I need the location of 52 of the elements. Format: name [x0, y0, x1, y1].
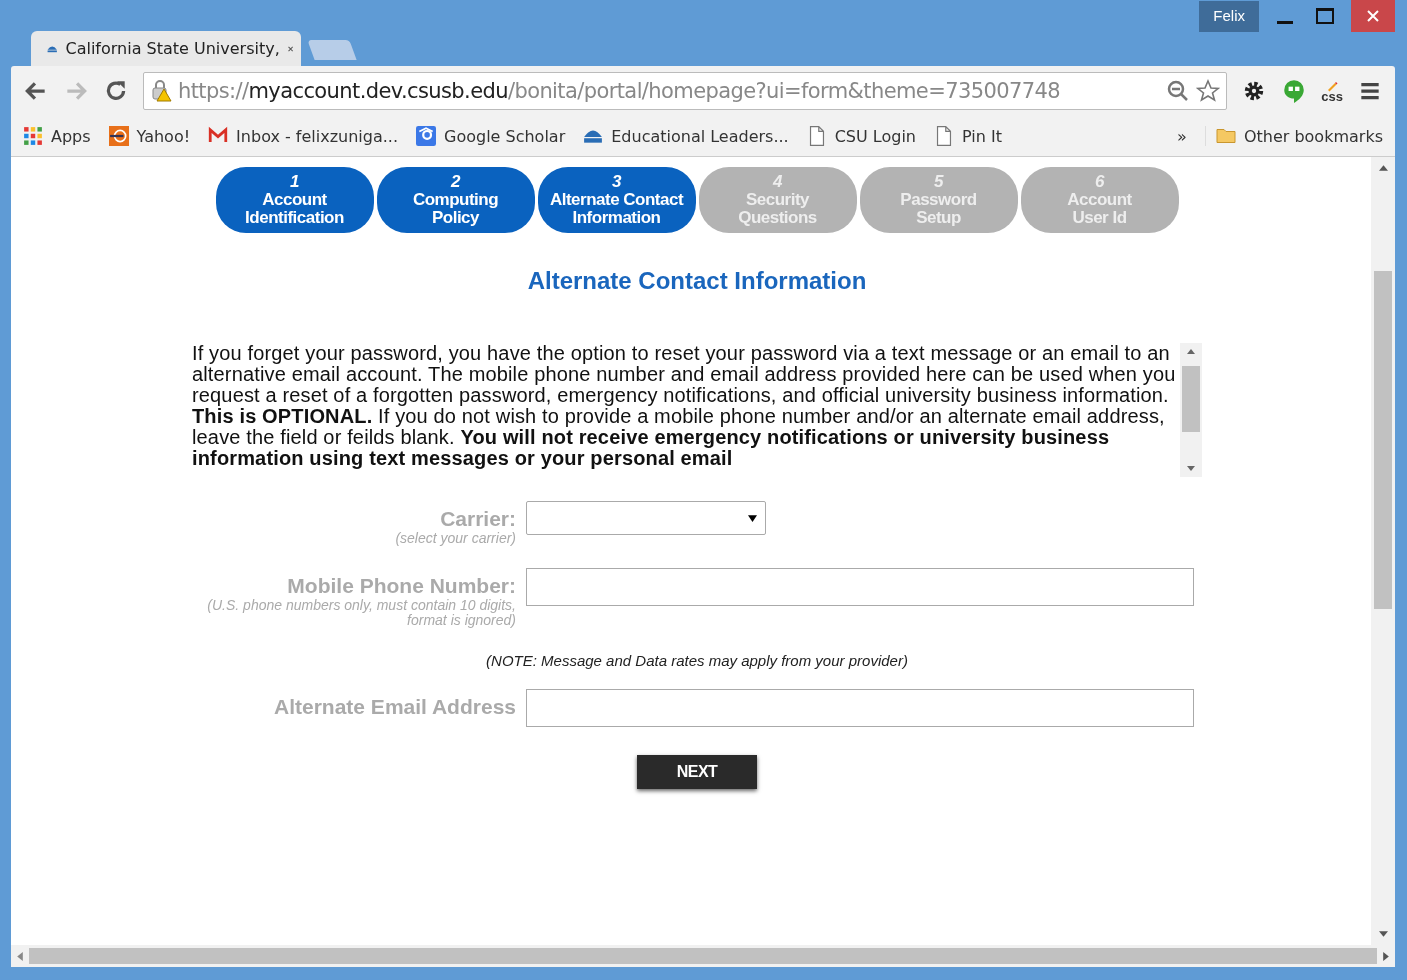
scroll-down-icon[interactable]	[1187, 466, 1195, 471]
bookmark-link[interactable]: Yahoo!	[108, 126, 191, 146]
apps-grid-icon	[23, 126, 43, 146]
field-hint: (U.S. phone numbers only, must contain 10 digits, format is ignored)	[206, 598, 516, 628]
close-icon	[1366, 9, 1380, 23]
notice-scrollbar[interactable]	[1180, 343, 1202, 477]
site-favicon-icon	[108, 126, 129, 146]
page-icon	[934, 126, 954, 146]
wizard-step: 3 Alternate Contact Information	[537, 167, 696, 233]
horizontal-scrollbar[interactable]	[11, 945, 1395, 967]
field-label: Mobile Phone Number:	[287, 574, 516, 598]
bookmark-link[interactable]: CSU Login	[806, 126, 916, 146]
bookmark-link[interactable]: Google Scholar	[416, 126, 566, 146]
field-hint: (select your carrier)	[394, 531, 516, 546]
browser-tab[interactable]: California State University,	[31, 31, 301, 66]
close-button[interactable]	[1351, 0, 1395, 32]
caret-icon	[748, 514, 757, 522]
other-bookmarks-button[interactable]: Other bookmarks	[1204, 126, 1383, 146]
page-heading: Alternate Contact Information	[527, 267, 867, 295]
bookmark-link[interactable]: Educational Leaders...	[583, 126, 789, 146]
folder-icon	[1215, 126, 1236, 146]
scroll-up-icon[interactable]	[1378, 165, 1388, 171]
input-field[interactable]	[526, 568, 1194, 606]
next-button[interactable]: NEXT	[637, 755, 757, 789]
bookmark-link[interactable]: Pin It	[934, 126, 1002, 146]
rates-note: (NOTE: Message and Data rates may apply from your provider)	[485, 652, 909, 669]
scholar-favicon-icon	[416, 126, 436, 146]
field-label: Carrier:	[440, 507, 516, 531]
tab-title: California State University,	[65, 39, 280, 58]
scroll-right-icon[interactable]	[1383, 951, 1389, 961]
star-icon[interactable]	[1196, 79, 1221, 103]
wizard-step: 4 Security Questions	[698, 167, 857, 233]
css-extension-button[interactable]: css	[1321, 79, 1343, 103]
input-field[interactable]	[526, 689, 1194, 727]
scroll-left-icon[interactable]	[17, 951, 23, 961]
scroll-up-icon[interactable]	[1187, 349, 1195, 354]
notice-text: If you forget your password, you have the option to reset your password via a text message or an email to an alternative email account. The mobile phone number and email address provided here can be used when you request a reset of a forgotten password, emergency notifications, and official university business information. This is OPTIONAL. If you do not wish to provide a mobile phone number and/or an alternate email address, leave the field or feilds blank. You will not receive emergency notifications or university business information using text messages or your personal email	[192, 343, 1177, 471]
scroll-down-icon[interactable]	[1378, 931, 1388, 937]
vertical-scrollbar[interactable]	[1371, 157, 1395, 945]
wizard-step: 1 Account Identification	[215, 167, 374, 233]
pencil-icon	[1326, 79, 1339, 92]
address-bar[interactable]: https://myaccount.dev.csusb.edu/bonita/portal/homepage?ui=form&theme=735007748	[143, 72, 1228, 110]
wizard-step: 2 Computing Policy	[376, 167, 535, 233]
bookmark-link[interactable]: Apps	[23, 126, 91, 146]
wizard-step: 5 Password Setup	[859, 167, 1018, 233]
more-bookmarks-button[interactable]: »	[1177, 126, 1187, 146]
field-label: Alternate Email Address	[274, 695, 516, 719]
carrier-dropdown[interactable]	[526, 501, 766, 535]
profile-button[interactable]: Felix	[1199, 1, 1259, 32]
lock-warning-icon	[150, 79, 172, 103]
bookmark-link[interactable]: Inbox - felixzuniga...	[208, 126, 398, 146]
wizard-step: 6 Account User Id	[1020, 167, 1179, 233]
